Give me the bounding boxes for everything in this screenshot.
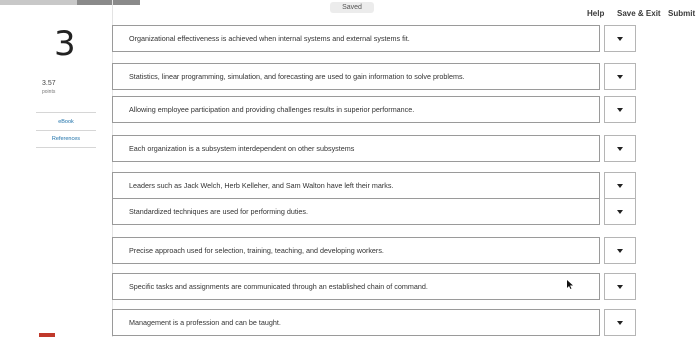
points-label: points [42, 89, 56, 95]
list-item: Standardized techniques are used for per… [112, 198, 636, 225]
answer-select[interactable] [604, 135, 636, 162]
question-number: 3 [54, 24, 76, 64]
references-link[interactable]: References [36, 133, 96, 145]
chevron-down-icon [617, 285, 623, 289]
chevron-down-icon [617, 75, 623, 79]
chevron-down-icon [617, 184, 623, 188]
saved-status: Saved [330, 2, 374, 13]
list-item: Organizational effectiveness is achieved… [112, 25, 636, 52]
divider [36, 130, 96, 131]
answer-select[interactable] [604, 237, 636, 264]
list-item: Each organization is a subsystem interde… [112, 135, 636, 162]
statement-text: Standardized techniques are used for per… [129, 207, 308, 216]
points-value: 3.57 [42, 80, 56, 87]
answer-select[interactable] [604, 172, 636, 199]
statement-box: Specific tasks and assignments are commu… [112, 273, 600, 300]
statement-text: Each organization is a subsystem interde… [129, 144, 355, 153]
answer-select[interactable] [604, 309, 636, 336]
progress-bar [0, 0, 140, 5]
answer-select[interactable] [604, 63, 636, 90]
statement-box: Organizational effectiveness is achieved… [112, 25, 600, 52]
statement-box: Standardized techniques are used for per… [112, 198, 600, 225]
status-indicator [39, 333, 55, 337]
statement-text: Precise approach used for selection, tra… [129, 246, 384, 255]
chevron-down-icon [617, 147, 623, 151]
chevron-down-icon [617, 249, 623, 253]
statement-box: Leaders such as Jack Welch, Herb Kellehe… [112, 172, 600, 199]
statement-box: Allowing employee participation and prov… [112, 96, 600, 123]
list-item: Management is a profession and can be ta… [112, 309, 636, 336]
divider [36, 147, 96, 148]
chevron-down-icon [617, 37, 623, 41]
statement-box: Precise approach used for selection, tra… [112, 237, 600, 264]
list-item: Specific tasks and assignments are commu… [112, 273, 636, 300]
statement-text: Organizational effectiveness is achieved… [129, 34, 410, 43]
list-item: Statistics, linear programming, simulati… [112, 63, 636, 90]
chevron-down-icon [617, 108, 623, 112]
statement-text: Statistics, linear programming, simulati… [129, 72, 465, 81]
chevron-down-icon [617, 321, 623, 325]
ebook-link[interactable]: eBook [36, 116, 96, 128]
answer-select[interactable] [604, 273, 636, 300]
save-exit-button[interactable]: Save & Exit [617, 9, 661, 18]
list-item: Allowing employee participation and prov… [112, 96, 636, 123]
submit-button[interactable]: Submit [668, 9, 695, 18]
statement-box: Each organization is a subsystem interde… [112, 135, 600, 162]
help-button[interactable]: Help [587, 9, 604, 18]
statement-box: Management is a profession and can be ta… [112, 309, 600, 336]
divider [36, 112, 96, 113]
statement-text: Management is a profession and can be ta… [129, 318, 281, 327]
progress-fill [0, 0, 77, 5]
statement-text: Allowing employee participation and prov… [129, 105, 415, 114]
answer-select[interactable] [604, 25, 636, 52]
statement-text: Leaders such as Jack Welch, Herb Kellehe… [129, 181, 394, 190]
answer-select[interactable] [604, 96, 636, 123]
top-bar: Saved Help Save & Exit Submit [0, 0, 700, 24]
list-item: Leaders such as Jack Welch, Herb Kellehe… [112, 172, 636, 199]
chevron-down-icon [617, 210, 623, 214]
list-item: Precise approach used for selection, tra… [112, 237, 636, 264]
cursor-icon [567, 280, 573, 289]
statement-text: Specific tasks and assignments are commu… [129, 282, 428, 291]
statement-box: Statistics, linear programming, simulati… [112, 63, 600, 90]
answer-select[interactable] [604, 198, 636, 225]
